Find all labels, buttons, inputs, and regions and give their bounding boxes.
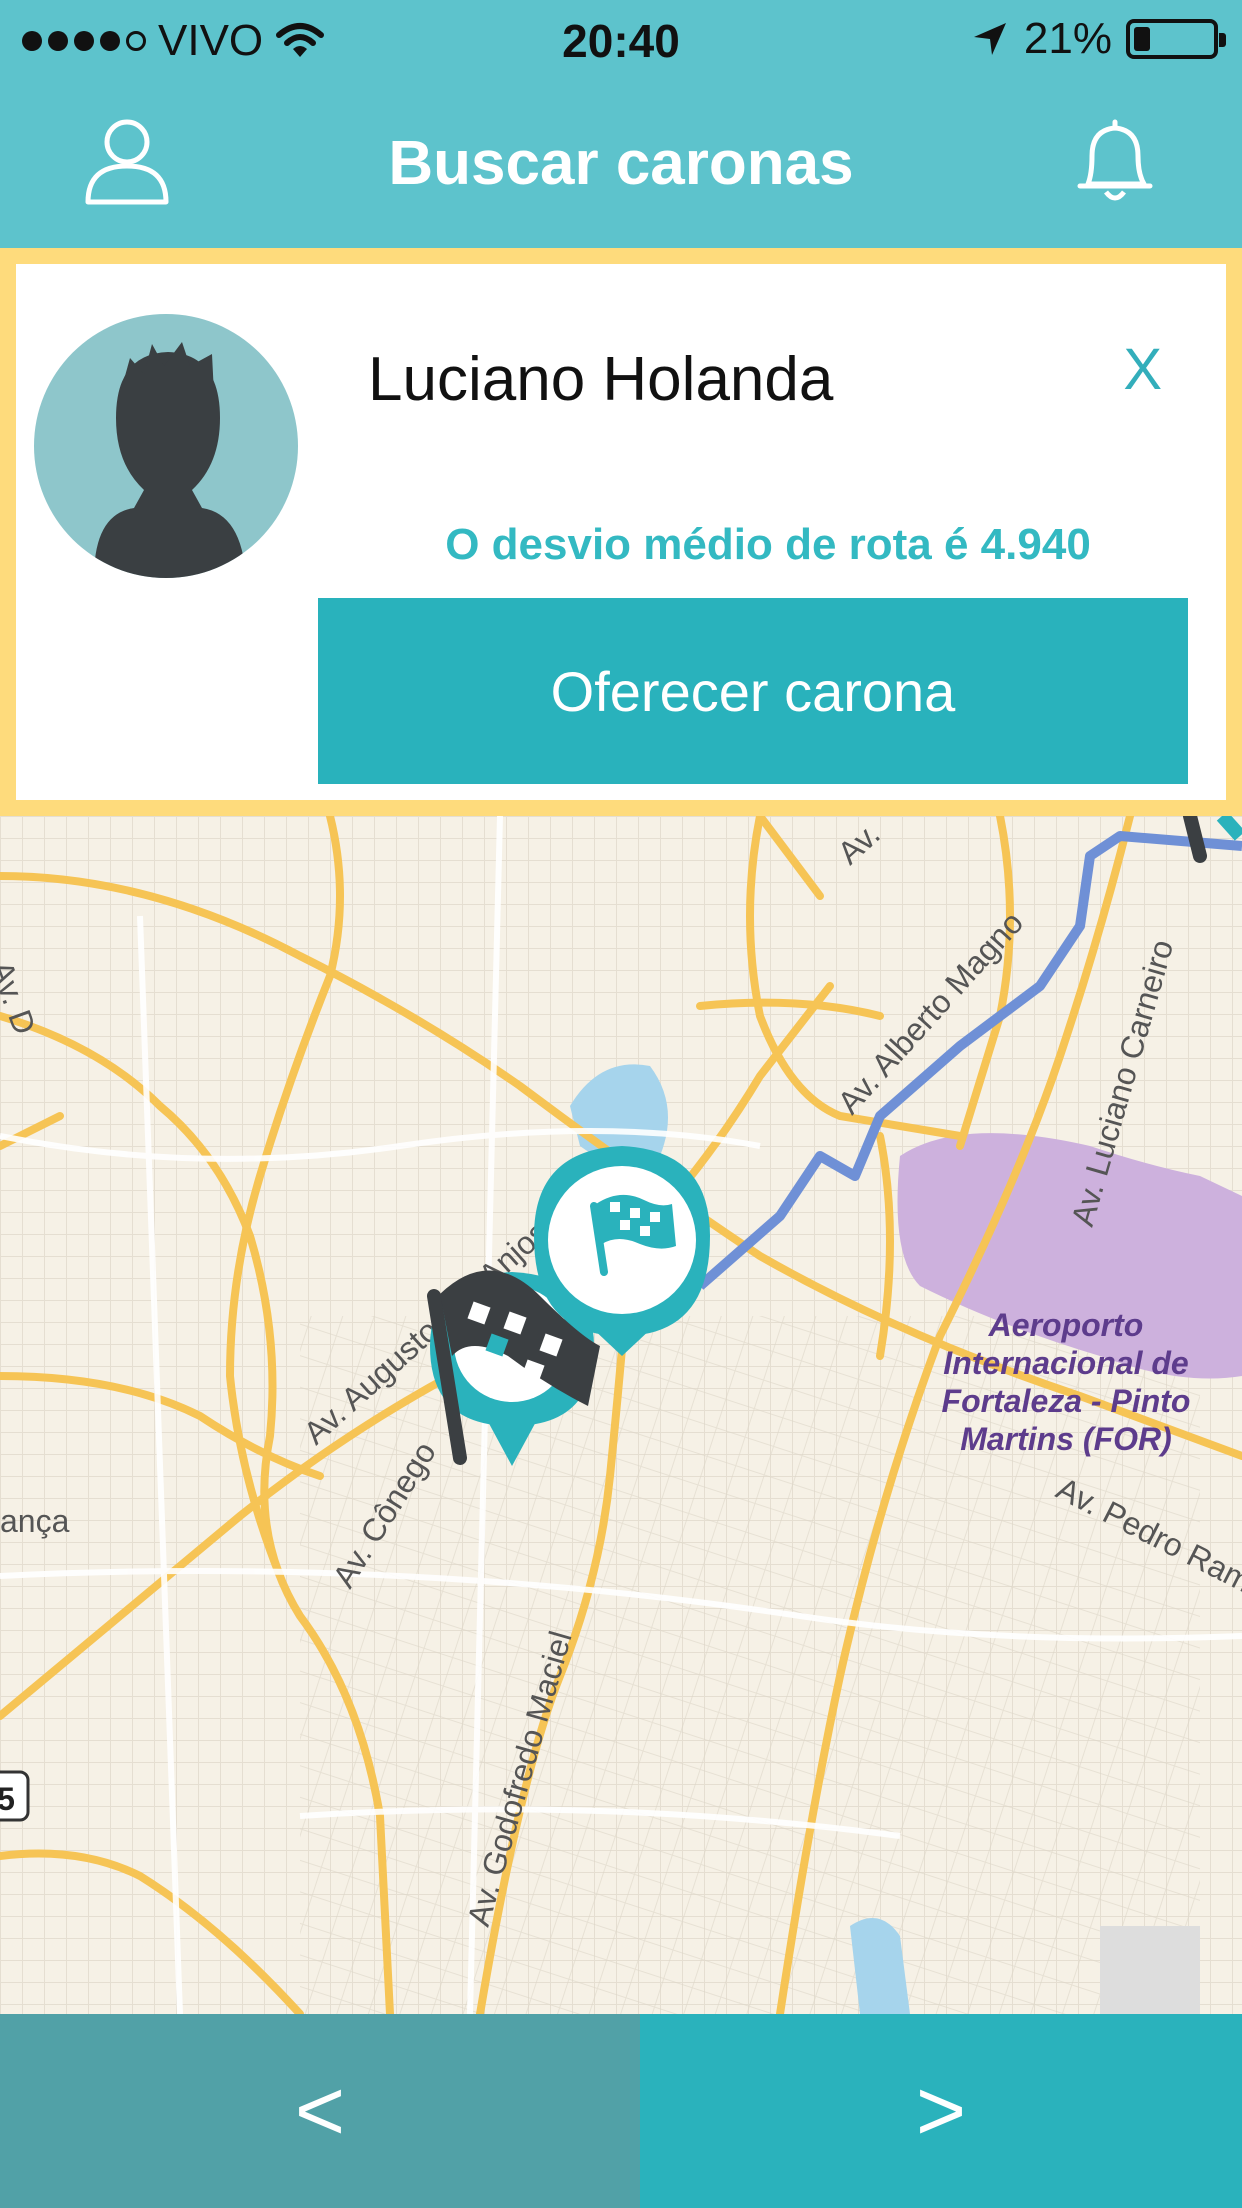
status-bar: VIVO 20:40 21% xyxy=(0,0,1242,80)
map-view[interactable]: Av. Augusto dos Anjos Av. Cônego Av. God… xyxy=(0,816,1242,2014)
bottom-navigation: < > xyxy=(0,2014,1242,2208)
previous-button[interactable]: < xyxy=(0,2014,640,2208)
page-title: Buscar caronas xyxy=(388,129,854,198)
location-arrow-icon xyxy=(973,23,1006,55)
svg-text:Aeroporto: Aeroporto xyxy=(988,1307,1144,1343)
svg-text:Martins (FOR): Martins (FOR) xyxy=(960,1421,1172,1457)
avatar xyxy=(34,314,298,578)
notification-bell-icon[interactable] xyxy=(1074,116,1156,206)
street-label: ança xyxy=(0,1503,70,1539)
battery-percent: 21% xyxy=(1023,14,1112,63)
offer-ride-button[interactable]: Oferecer carona xyxy=(318,598,1188,784)
close-button[interactable]: X xyxy=(1123,336,1162,403)
driver-card: Luciano Holanda X O desvio médio de rota… xyxy=(0,248,1242,816)
svg-text:Internacional de: Internacional de xyxy=(943,1345,1188,1381)
driver-name: Luciano Holanda xyxy=(368,345,834,414)
navigation-bar: Buscar caronas xyxy=(0,80,1242,248)
route-badge-label: 5 xyxy=(0,1781,15,1817)
status-right: 21% xyxy=(970,14,1226,64)
map-canvas: Av. Augusto dos Anjos Av. Cônego Av. God… xyxy=(0,816,1242,2014)
battery-icon xyxy=(1126,19,1226,59)
building xyxy=(1100,1926,1200,2014)
svg-text:Fortaleza - Pinto: Fortaleza - Pinto xyxy=(942,1383,1191,1419)
next-button[interactable]: > xyxy=(640,2014,1242,2208)
battery-fill xyxy=(1134,27,1150,51)
route-deviation-text: O desvio médio de rota é 4.940 xyxy=(445,520,1091,569)
person-silhouette-icon xyxy=(94,342,246,578)
